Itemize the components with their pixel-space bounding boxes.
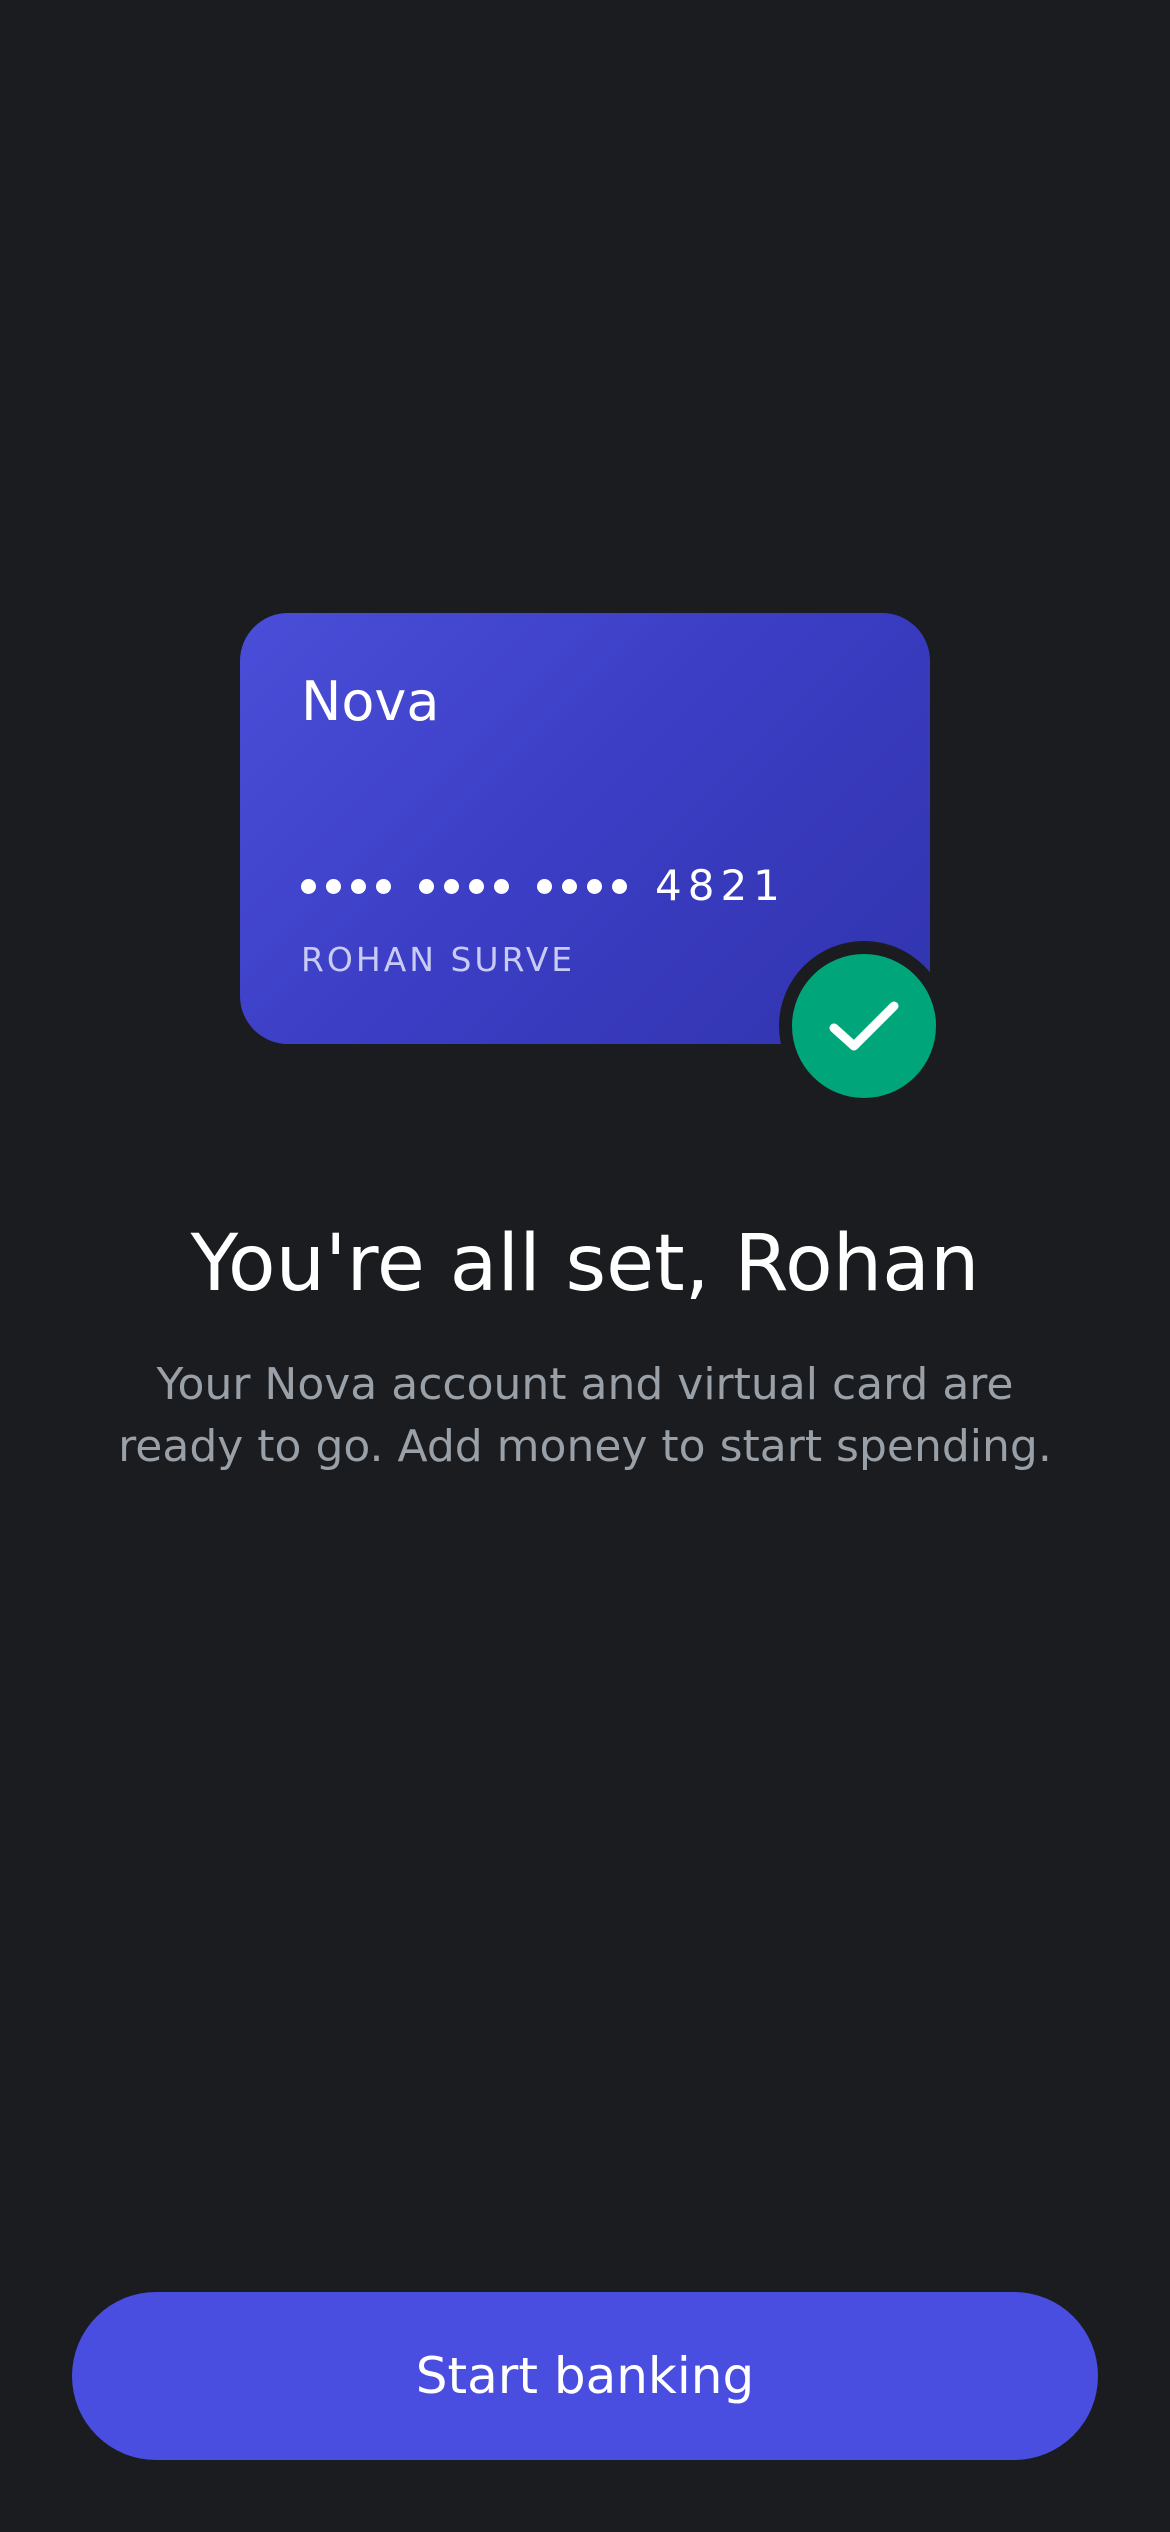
mask-dot xyxy=(351,878,366,894)
onboarding-complete-screen: Nova 4821 ROHAN SURVE You're all set, Ro… xyxy=(0,0,1170,2532)
masked-digits-group xyxy=(301,878,391,894)
mask-dot xyxy=(444,878,459,894)
mask-dot xyxy=(494,878,509,894)
page-description: Your Nova account and virtual card are r… xyxy=(85,1354,1085,1478)
check-icon xyxy=(829,1001,899,1051)
masked-digits-group xyxy=(419,878,509,894)
masked-digits-group xyxy=(537,878,627,894)
mask-dot xyxy=(587,878,602,894)
description-line: Your Nova account and virtual card are xyxy=(156,1359,1014,1410)
mask-dot xyxy=(326,878,341,894)
mask-dot xyxy=(469,878,484,894)
card-last-four: 4821 xyxy=(655,861,786,910)
mask-dot xyxy=(419,878,434,894)
mask-dot xyxy=(376,878,391,894)
start-banking-button[interactable]: Start banking xyxy=(72,2292,1098,2460)
description-line: ready to go. Add money to start spending… xyxy=(118,1421,1052,1472)
mask-dot xyxy=(612,878,627,894)
mask-dot xyxy=(562,878,577,894)
card-number: 4821 xyxy=(301,865,786,907)
card-holder-name: ROHAN SURVE xyxy=(301,940,576,979)
mask-dot xyxy=(301,878,316,894)
page-title: You're all set, Rohan xyxy=(190,1219,980,1309)
mask-dot xyxy=(537,878,552,894)
success-badge xyxy=(792,954,936,1098)
card-brand: Nova xyxy=(301,670,440,733)
